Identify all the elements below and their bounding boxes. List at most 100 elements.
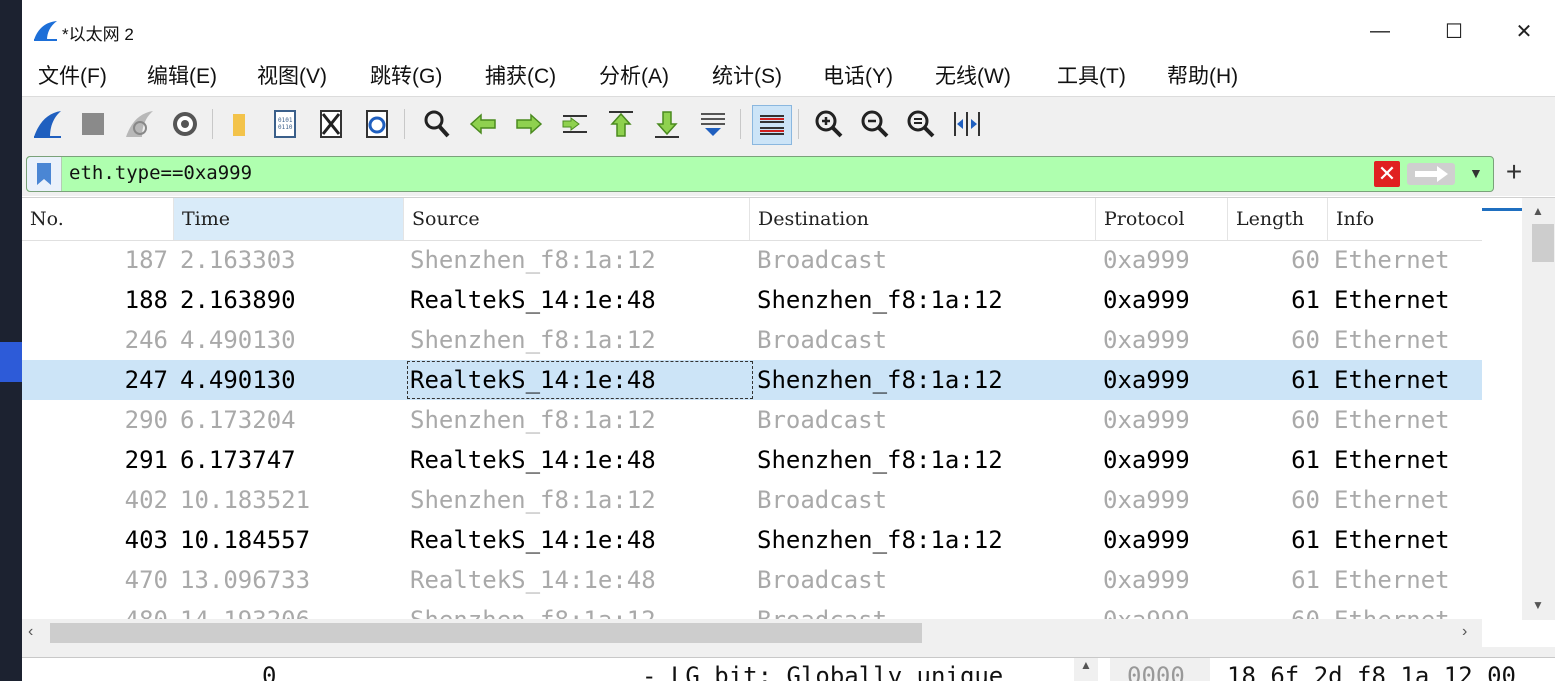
start-capture-button[interactable] [28,105,66,143]
stop-capture-button[interactable] [74,105,112,143]
go-first-packet-button[interactable] [602,105,640,143]
packet-src-cell: Shenzhen_f8:1a:12 [410,246,656,274]
save-file-button[interactable]: 0101 0110 [266,105,304,143]
window-title: *以太网 2 [62,25,134,44]
apply-filter-button[interactable] [1407,163,1455,185]
packet-list-header: No. Time Source Destination Protocol Len… [22,198,1482,241]
packet-dst-cell: Shenzhen_f8:1a:12 [757,526,1003,554]
column-header-source[interactable]: Source [404,198,750,240]
menu-file[interactable]: 文件(F) [38,60,107,90]
close-button[interactable]: ✕ [1502,14,1546,48]
packet-info-cell: Ethernet [1334,286,1450,314]
scroll-right-icon[interactable]: › [1462,623,1467,641]
packet-time-cell: 6.173747 [180,446,296,474]
horizontal-scroll-thumb[interactable] [50,623,922,643]
zoom-out-button[interactable] [856,105,894,143]
bookmark-icon [37,163,51,185]
column-header-length[interactable]: Length [1228,198,1328,240]
menu-tools[interactable]: 工具(T) [1057,60,1126,90]
display-filter-input[interactable]: eth.type==0xa999 ✕ ▼ [26,156,1494,192]
maximize-button[interactable]: ☐ [1432,14,1476,48]
packet-row[interactable]: 187 2.163303 Shenzhen_f8:1a:12 Broadcast 0xa… [22,240,1482,280]
minimize-button[interactable]: — [1358,14,1402,48]
packet-row[interactable]: 402 10.183521 Shenzhen_f8:1a:12 Broadcast 0x… [22,480,1482,520]
column-header-time[interactable]: Time [174,198,404,240]
auto-scroll-button[interactable] [694,105,732,143]
packet-row[interactable]: 188 2.163890 RealtekS_14:1e:48 Shenzhen_f8:… [22,280,1482,320]
detail-scrollbar[interactable]: ▲ [1074,658,1098,681]
menu-help[interactable]: 帮助(H) [1167,60,1238,90]
packet-src-cell: RealtekS_14:1e:48 [406,360,754,400]
packet-row[interactable]: 403 10.184557 RealtekS_14:1e:48 Shenzhen_f8… [22,520,1482,560]
go-back-button[interactable] [464,105,502,143]
restart-capture-button[interactable] [120,105,158,143]
column-header-destination[interactable]: Destination [750,198,1096,240]
packet-info-cell: Ethernet [1334,566,1450,594]
menu-analyze[interactable]: 分析(A) [599,60,669,90]
find-packet-button[interactable] [418,105,456,143]
main-toolbar: 0101 0110 [22,96,1555,154]
packet-list-vertical-scrollbar[interactable]: ▲ ▼ [1522,198,1555,620]
packet-info-cell: Ethernet [1334,246,1450,274]
packet-info-cell: Ethernet [1334,406,1450,434]
packet-no-cell: 188 [124,286,168,314]
packet-proto-cell: 0xa999 [1103,486,1190,514]
packet-dst-cell: Broadcast [757,246,888,274]
go-forward-button[interactable] [510,105,548,143]
zoom-in-button[interactable] [810,105,848,143]
packet-time-cell: 2.163890 [180,286,296,314]
menu-statistics[interactable]: 统计(S) [712,60,782,90]
toolbar-separator [212,109,213,139]
packet-no-cell: 403 [124,526,168,554]
packet-info-cell: Ethernet [1334,326,1450,354]
packet-row[interactable]: 291 6.173747 RealtekS_14:1e:48 Shenzhen_f8:… [22,440,1482,480]
scroll-down-icon[interactable]: ▼ [1532,598,1544,612]
packet-src-cell: RealtekS_14:1e:48 [410,446,656,474]
close-file-button[interactable] [312,105,350,143]
go-last-packet-button[interactable] [648,105,686,143]
colorize-lines-icon [760,115,784,135]
pane-splitter[interactable] [22,647,1555,658]
packet-dst-cell: Broadcast [757,566,888,594]
go-to-packet-button[interactable] [556,105,594,143]
bytes-hex[interactable]: 18 6f 2d f8 1a 12 00 [1227,662,1516,681]
menu-edit[interactable]: 编辑(E) [147,60,217,90]
arrow-right-icon [516,113,543,135]
packet-row[interactable]: 246 4.490130 Shenzhen_f8:1a:12 Broadcast 0xa… [22,320,1482,360]
menu-wireless[interactable]: 无线(W) [935,60,1011,90]
packet-list-horizontal-scrollbar[interactable]: ‹ › [22,619,1482,647]
menu-view[interactable]: 视图(V) [257,60,327,90]
column-header-no[interactable]: No. [22,198,174,240]
packet-row[interactable]: 470 13.096733 RealtekS_14:1e:48 Broadcast 0x… [22,560,1482,600]
capture-options-button[interactable] [166,105,204,143]
normal-size-button[interactable] [902,105,940,143]
clear-filter-button[interactable]: ✕ [1374,161,1400,187]
filter-text[interactable]: eth.type==0xa999 [69,162,252,184]
vertical-scroll-thumb[interactable] [1532,224,1554,262]
scroll-up-icon[interactable]: ▲ [1532,204,1544,218]
detail-and-bytes-panes: 0 - LG bit: Globally unique ▲ 0000 18 6f… [22,658,1555,681]
open-file-button[interactable] [220,105,258,143]
packet-len-cell: 60 [1291,486,1320,514]
packet-info-cell: Ethernet [1334,526,1450,554]
reload-file-button[interactable] [358,105,396,143]
filter-history-dropdown-icon[interactable]: ▼ [1469,165,1483,181]
menu-telephony[interactable]: 电话(Y) [823,60,893,90]
resize-columns-button[interactable] [948,105,986,143]
menu-go[interactable]: 跳转(G) [370,60,442,90]
column-header-info[interactable]: Info [1328,198,1482,240]
column-header-protocol[interactable]: Protocol [1096,198,1228,240]
filter-bookmark-button[interactable] [27,157,62,191]
detail-bit-value[interactable]: 0 [262,662,276,681]
packet-row[interactable]: 247 4.490130 RealtekS_14:1e:48 Shenzhen_f8:… [22,360,1482,400]
detail-lg-bit[interactable]: - LG bit: Globally unique [642,662,1003,681]
add-filter-button[interactable]: + [1502,156,1526,188]
folder-icon [233,114,245,136]
packet-dst-cell: Broadcast [757,326,888,354]
menu-capture[interactable]: 捕获(C) [485,60,556,90]
packet-proto-cell: 0xa999 [1103,566,1190,594]
colorize-button[interactable] [752,105,792,145]
apply-arrow-icon [1415,166,1448,182]
scroll-left-icon[interactable]: ‹ [28,623,33,641]
packet-row[interactable]: 290 6.173204 Shenzhen_f8:1a:12 Broadcast 0xa… [22,400,1482,440]
